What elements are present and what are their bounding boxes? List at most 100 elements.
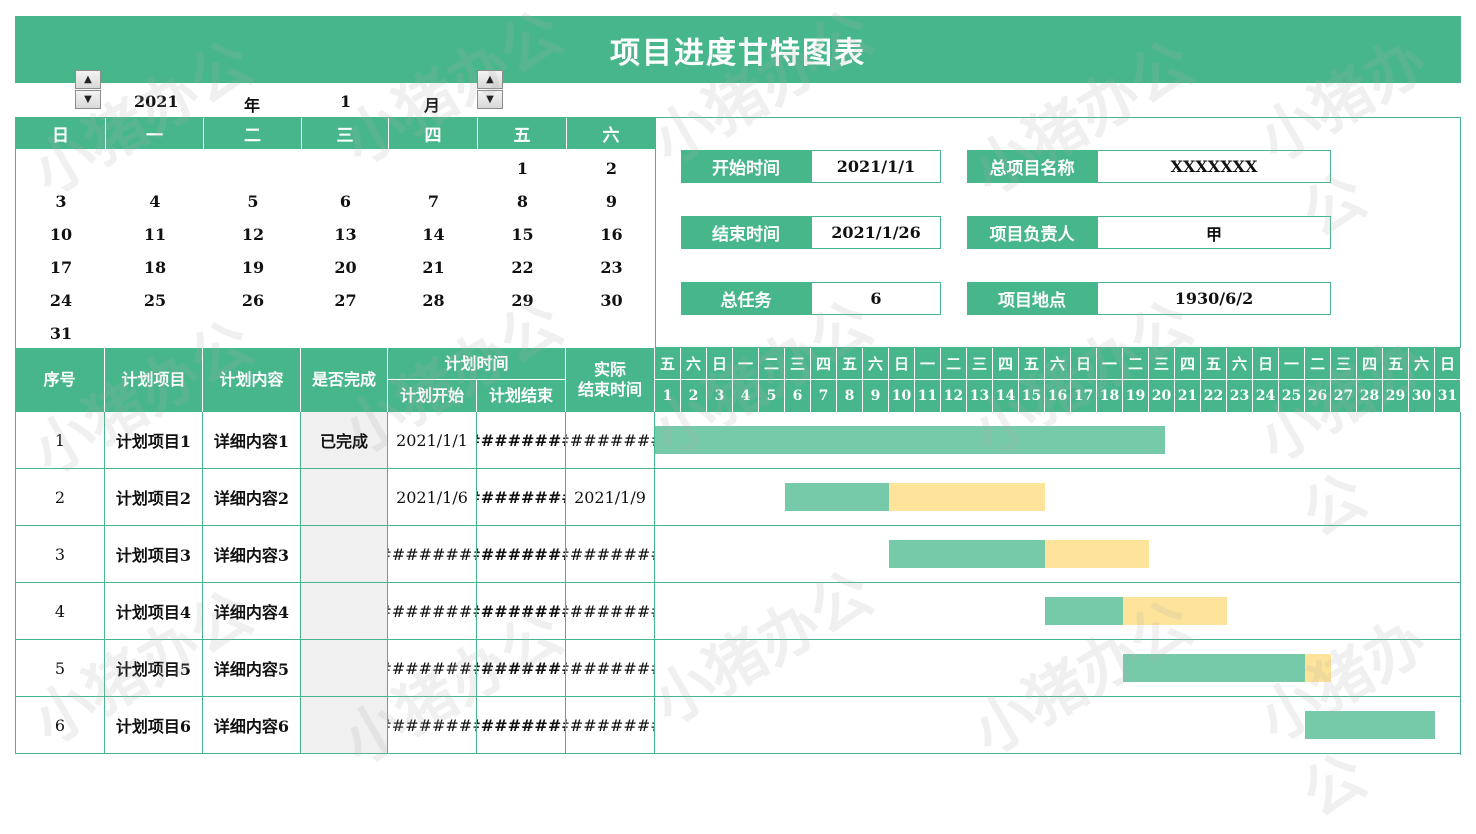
task-cell-item[interactable]: 计划项目1	[105, 412, 203, 469]
task-cell-plan-start[interactable]: 2021/1/6	[388, 469, 477, 526]
task-cell-actual-end[interactable]: ########	[566, 583, 655, 640]
task-cell-plan-start[interactable]: 2021/1/1	[388, 412, 477, 469]
task-cell-plan-start[interactable]: ########	[388, 526, 477, 583]
calendar-weekday-2: 二	[204, 118, 302, 149]
gantt-overdue-bar	[1123, 597, 1227, 625]
calendar-day[interactable]: 9	[567, 185, 656, 218]
project-owner-label: 项目负责人	[967, 216, 1097, 249]
calendar-day[interactable]: 15	[478, 218, 567, 251]
calendar-day[interactable]: 27	[302, 284, 389, 317]
calendar-day[interactable]: 2	[567, 152, 656, 185]
gantt-day-cell: 14	[993, 380, 1019, 412]
task-cell-content[interactable]: 详细内容1	[203, 412, 301, 469]
calendar-day[interactable]: 20	[302, 251, 389, 284]
task-cell-done[interactable]	[301, 640, 388, 697]
task-cell-item[interactable]: 计划项目3	[105, 526, 203, 583]
task-cell-done[interactable]	[301, 697, 388, 754]
task-cell-actual-end[interactable]: 2021/1/9	[566, 469, 655, 526]
task-cell-done[interactable]	[301, 469, 388, 526]
triangle-up-icon: ▲	[486, 74, 494, 85]
calendar-day[interactable]: 8	[478, 185, 567, 218]
calendar-day[interactable]: 1	[478, 152, 567, 185]
calendar-day[interactable]: 23	[567, 251, 656, 284]
task-cell-plan-end[interactable]: ########	[477, 583, 566, 640]
task-cell-plan-end[interactable]: ########	[477, 526, 566, 583]
task-cell-no[interactable]: 1	[15, 412, 105, 469]
calendar-day[interactable]: 18	[106, 251, 204, 284]
task-cell-item[interactable]: 计划项目6	[105, 697, 203, 754]
calendar-day[interactable]: 21	[389, 251, 478, 284]
project-owner-value[interactable]: 甲	[1097, 216, 1331, 249]
task-cell-done[interactable]	[301, 583, 388, 640]
task-cell-no[interactable]: 2	[15, 469, 105, 526]
calendar-day[interactable]: 17	[16, 251, 106, 284]
task-cell-no[interactable]: 6	[15, 697, 105, 754]
calendar-day[interactable]: 24	[16, 284, 106, 317]
project-name-value[interactable]: XXXXXXX	[1097, 150, 1331, 183]
task-cell-actual-end[interactable]: ########	[566, 412, 655, 469]
task-cell-no[interactable]: 5	[15, 640, 105, 697]
year-down-button[interactable]: ▼	[75, 90, 101, 109]
calendar-day[interactable]: 25	[106, 284, 204, 317]
calendar-day[interactable]: 12	[204, 218, 302, 251]
month-down-button[interactable]: ▼	[477, 90, 503, 109]
task-cell-content[interactable]: 详细内容5	[203, 640, 301, 697]
gantt-weekday-cell: 一	[1097, 348, 1123, 380]
gantt-row	[655, 697, 1461, 754]
calendar-day[interactable]: 3	[16, 185, 106, 218]
total-tasks-label: 总任务	[681, 282, 811, 315]
calendar-day[interactable]: 29	[478, 284, 567, 317]
task-cell-content[interactable]: 详细内容3	[203, 526, 301, 583]
calendar-day[interactable]: 14	[389, 218, 478, 251]
task-cell-plan-start[interactable]: ########	[388, 640, 477, 697]
calendar-weekday-6: 六	[567, 118, 656, 149]
end-time-value[interactable]: 2021/1/26	[811, 216, 941, 249]
total-tasks-value[interactable]: 6	[811, 282, 941, 315]
year-up-button[interactable]: ▲	[75, 70, 101, 89]
calendar-day[interactable]: 22	[478, 251, 567, 284]
task-cell-content[interactable]: 详细内容2	[203, 469, 301, 526]
calendar-day[interactable]: 30	[567, 284, 656, 317]
task-cell-plan-end[interactable]: ########	[477, 469, 566, 526]
gantt-weekday-cell: 六	[681, 348, 707, 380]
gantt-row	[655, 526, 1461, 583]
task-cell-done[interactable]: 已完成	[301, 412, 388, 469]
year-spinner[interactable]: ▲ ▼	[75, 70, 101, 109]
calendar-day[interactable]: 19	[204, 251, 302, 284]
gantt-weekday-cell: 六	[1045, 348, 1071, 380]
calendar-day[interactable]: 5	[204, 185, 302, 218]
task-cell-plan-end[interactable]: ########	[477, 640, 566, 697]
calendar-day[interactable]: 10	[16, 218, 106, 251]
calendar-day[interactable]: 16	[567, 218, 656, 251]
gantt-day-cell: 24	[1253, 380, 1279, 412]
gantt-weekday-cell: 六	[1409, 348, 1435, 380]
task-cell-done[interactable]	[301, 526, 388, 583]
task-cell-item[interactable]: 计划项目4	[105, 583, 203, 640]
gantt-day-cell: 1	[655, 380, 681, 412]
calendar-day[interactable]: 11	[106, 218, 204, 251]
start-time-value[interactable]: 2021/1/1	[811, 150, 941, 183]
task-cell-content[interactable]: 详细内容4	[203, 583, 301, 640]
calendar-day[interactable]: 26	[204, 284, 302, 317]
task-cell-no[interactable]: 4	[15, 583, 105, 640]
task-cell-actual-end[interactable]: ########	[566, 640, 655, 697]
task-cell-plan-start[interactable]: ########	[388, 583, 477, 640]
task-cell-item[interactable]: 计划项目2	[105, 469, 203, 526]
calendar-day[interactable]: 6	[302, 185, 389, 218]
task-cell-no[interactable]: 3	[15, 526, 105, 583]
task-cell-plan-start[interactable]: ########	[388, 697, 477, 754]
calendar-day[interactable]: 31	[16, 317, 106, 350]
calendar-day[interactable]: 28	[389, 284, 478, 317]
task-cell-content[interactable]: 详细内容6	[203, 697, 301, 754]
task-cell-plan-end[interactable]: ########	[477, 412, 566, 469]
calendar-day[interactable]: 13	[302, 218, 389, 251]
task-cell-actual-end[interactable]: ########	[566, 526, 655, 583]
calendar-day[interactable]: 4	[106, 185, 204, 218]
month-spinner[interactable]: ▲ ▼	[477, 70, 503, 109]
task-cell-plan-end[interactable]: ########	[477, 697, 566, 754]
task-cell-actual-end[interactable]: ########	[566, 697, 655, 754]
task-cell-item[interactable]: 计划项目5	[105, 640, 203, 697]
calendar-day[interactable]: 7	[389, 185, 478, 218]
project-place-value[interactable]: 1930/6/2	[1097, 282, 1331, 315]
month-up-button[interactable]: ▲	[477, 70, 503, 89]
